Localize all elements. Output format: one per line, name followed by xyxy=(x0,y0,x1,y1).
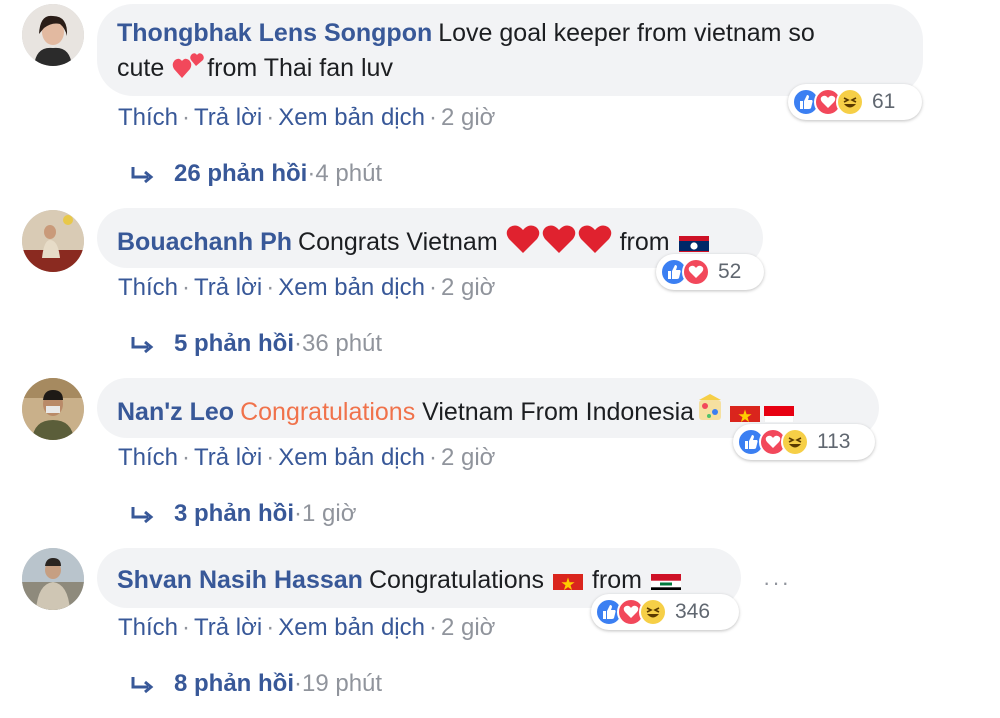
comment-text: Congrats Vietnam xyxy=(298,228,498,256)
separator: · xyxy=(266,274,275,301)
replies-timestamp: 36 phút xyxy=(302,330,383,357)
replies-count[interactable]: 26 phản hồi xyxy=(174,160,307,187)
avatar[interactable] xyxy=(22,378,84,440)
separator: · xyxy=(428,444,437,471)
comment-text: cute xyxy=(117,54,165,82)
avatar[interactable] xyxy=(22,548,84,610)
red-heart-icon xyxy=(506,224,540,263)
comment: Shvan Nasih Hassan Congratulations from 3… xyxy=(0,548,1000,718)
like-link[interactable]: Thích xyxy=(118,444,178,471)
see-translation-link[interactable]: Xem bản dịch xyxy=(278,104,425,131)
reply-link[interactable]: Trả lời xyxy=(194,444,262,471)
separator: · xyxy=(428,614,437,641)
comment-text: from xyxy=(591,566,642,594)
avatar[interactable] xyxy=(22,210,84,272)
replies-count[interactable]: 8 phản hồi xyxy=(174,670,294,697)
comment-actions: Thích · Trả lời · Xem bản dịch · 2 giờ xyxy=(118,104,495,132)
comment-timestamp[interactable]: 2 giờ xyxy=(441,104,495,131)
replies-timestamp: 1 giờ xyxy=(302,500,357,527)
like-link[interactable]: Thích xyxy=(118,614,178,641)
reply-arrow-icon xyxy=(130,674,154,702)
separator: · xyxy=(428,274,437,301)
party-popper-icon xyxy=(695,394,727,433)
separator: · xyxy=(182,104,191,131)
iraq-flag-icon xyxy=(650,570,681,590)
more-options-icon[interactable]: ··· xyxy=(763,570,791,596)
like-link[interactable]: Thích xyxy=(118,104,178,131)
comment-bubble: Thongbhak Lens Songpon Love goal keeper f… xyxy=(97,4,923,96)
vietnam-flag-icon xyxy=(730,402,761,422)
separator: · xyxy=(266,104,275,131)
replies-timestamp: 4 phút xyxy=(315,160,383,187)
avatar[interactable] xyxy=(22,4,84,66)
comment-timestamp[interactable]: 2 giờ xyxy=(441,274,495,301)
comment-text: Love goal keeper from vietnam so xyxy=(438,19,815,47)
reaction-count: 52 xyxy=(718,260,742,283)
replies-timestamp: 19 phút xyxy=(302,670,383,697)
two-hearts-icon xyxy=(172,50,206,89)
comment-text: Congratulations xyxy=(368,566,545,594)
comment: Nan'z Leo Congratulations Vietnam From In… xyxy=(0,378,1000,548)
view-replies-link[interactable]: 8 phản hồi·19 phút xyxy=(130,670,382,702)
replies-count[interactable]: 3 phản hồi xyxy=(174,500,294,527)
haha-reaction-icon xyxy=(836,88,864,116)
reactions-summary[interactable]: 346 xyxy=(591,594,739,630)
comment-author[interactable]: Thongbhak Lens Songpon xyxy=(117,19,432,47)
reply-arrow-icon xyxy=(130,334,154,362)
see-translation-link[interactable]: Xem bản dịch xyxy=(278,274,425,301)
love-reaction-icon xyxy=(682,258,710,286)
comment-timestamp[interactable]: 2 giờ xyxy=(441,614,495,641)
comment-actions: Thích · Trả lời · Xem bản dịch · 2 giờ xyxy=(118,614,495,642)
separator: · xyxy=(182,444,191,471)
haha-reaction-icon xyxy=(781,428,809,456)
reply-link[interactable]: Trả lời xyxy=(194,104,262,131)
reaction-count: 346 xyxy=(675,600,711,623)
vietnam-flag-icon xyxy=(553,570,584,590)
comment-text: from Thai fan luv xyxy=(207,54,393,82)
separator: · xyxy=(294,500,302,527)
like-link[interactable]: Thích xyxy=(118,274,178,301)
view-replies-link[interactable]: 5 phản hồi·36 phút xyxy=(130,330,382,362)
reactions-summary[interactable]: 113 xyxy=(733,424,875,460)
replies-count[interactable]: 5 phản hồi xyxy=(174,330,294,357)
reply-arrow-icon xyxy=(130,164,154,192)
comment-actions: Thích · Trả lời · Xem bản dịch · 2 giờ xyxy=(118,444,495,472)
view-replies-link[interactable]: 26 phản hồi·4 phút xyxy=(130,160,382,192)
comment-highlight-text: Congratulations xyxy=(240,398,416,426)
comment-text: from xyxy=(619,228,670,256)
comment-author[interactable]: Nan'z Leo xyxy=(117,398,234,426)
reactions-summary[interactable]: 61 xyxy=(788,84,922,120)
separator: · xyxy=(428,104,437,131)
red-heart-icon xyxy=(542,224,576,263)
reply-arrow-icon xyxy=(130,504,154,532)
see-translation-link[interactable]: Xem bản dịch xyxy=(278,444,425,471)
comment-author[interactable]: Bouachanh Ph xyxy=(117,228,292,256)
see-translation-link[interactable]: Xem bản dịch xyxy=(278,614,425,641)
comment-timestamp[interactable]: 2 giờ xyxy=(441,444,495,471)
comment-author[interactable]: Shvan Nasih Hassan xyxy=(117,566,363,594)
laos-flag-icon xyxy=(678,232,709,252)
red-heart-icon xyxy=(578,224,612,263)
comment: Bouachanh Ph Congrats Vietnam from 52 Thí… xyxy=(0,208,1000,378)
reply-link[interactable]: Trả lời xyxy=(194,274,262,301)
view-replies-link[interactable]: 3 phản hồi·1 giờ xyxy=(130,500,356,532)
separator: · xyxy=(294,330,302,357)
separator: · xyxy=(266,444,275,471)
comment: Thongbhak Lens Songpon Love goal keeper f… xyxy=(0,4,1000,187)
haha-reaction-icon xyxy=(639,598,667,626)
separator: · xyxy=(182,614,191,641)
reactions-summary[interactable]: 52 xyxy=(656,254,764,290)
separator: · xyxy=(294,670,302,697)
comment-actions: Thích · Trả lời · Xem bản dịch · 2 giờ xyxy=(118,274,495,302)
indonesia-flag-icon xyxy=(764,402,795,422)
separator: · xyxy=(182,274,191,301)
comment-text: Vietnam From Indonesia xyxy=(422,398,695,426)
separator: · xyxy=(266,614,275,641)
reaction-count: 113 xyxy=(817,430,851,453)
reaction-count: 61 xyxy=(872,90,896,113)
reply-link[interactable]: Trả lời xyxy=(194,614,262,641)
